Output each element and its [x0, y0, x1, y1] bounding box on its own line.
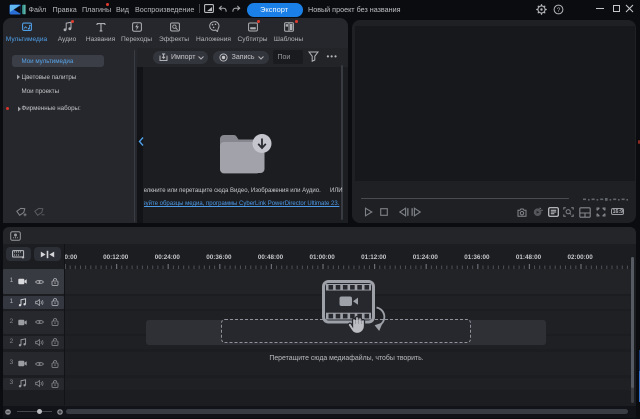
- svg-text:?: ?: [557, 6, 561, 13]
